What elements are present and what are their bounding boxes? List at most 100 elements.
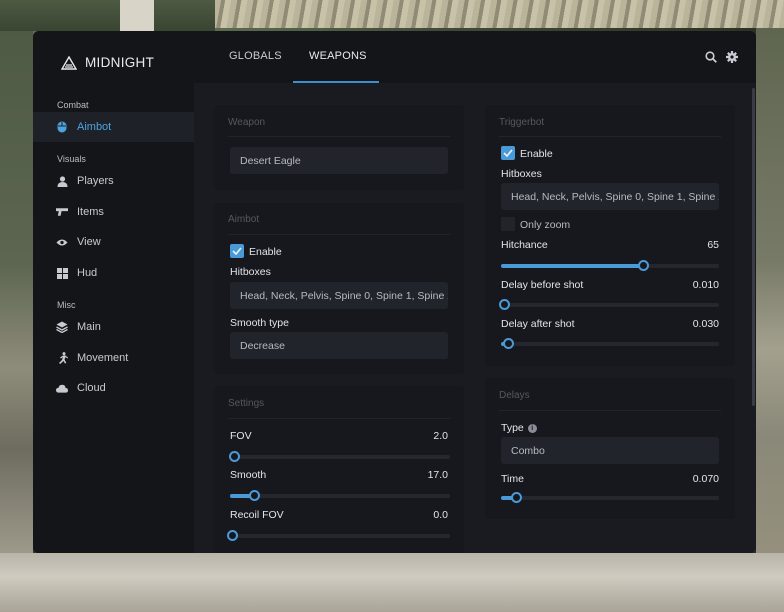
person-icon (56, 175, 68, 187)
background-ground (0, 553, 784, 612)
only-zoom-label: Only zoom (520, 219, 571, 231)
sidebar-item-main[interactable]: Main (33, 312, 194, 342)
hitchance-value: 65 (707, 239, 719, 251)
running-icon (56, 352, 68, 364)
info-icon[interactable]: i (527, 423, 537, 433)
panel-title: Triggerbot (499, 117, 545, 128)
delay-before-shot-value: 0.010 (692, 279, 719, 291)
grid-icon (56, 267, 68, 279)
mouse-icon (56, 121, 68, 133)
delay-type-label: Type i (501, 422, 537, 434)
checkmark-icon (232, 247, 242, 255)
logo: MIDNIGHT (61, 55, 154, 70)
panel-divider (499, 410, 721, 411)
smooth-slider[interactable] (230, 490, 450, 501)
sidebar-item-label: Items (77, 206, 104, 218)
triggerbot-enable-label: Enable (520, 148, 553, 160)
background-foliage (0, 0, 215, 31)
smooth-value: 17.0 (427, 469, 448, 481)
active-tab-indicator (293, 81, 379, 83)
sidebar-item-label: Hud (77, 267, 98, 279)
slider-knob[interactable] (227, 530, 238, 541)
background-pillar (120, 0, 154, 31)
recoil-fov-value: 0.0 (433, 509, 448, 521)
aimbot-hitboxes-select[interactable]: Head, Neck, Pelvis, Spine 0, Spine 1, Sp… (230, 282, 448, 309)
hitchance-label: Hitchance (501, 239, 548, 251)
sidebar-item-aimbot[interactable]: Aimbot (33, 112, 194, 142)
tab-weapons[interactable]: WEAPONS (309, 50, 367, 62)
panel-triggerbot: Triggerbot Enable Hitboxes Head, Neck, P… (485, 105, 735, 366)
triggerbot-hitboxes-select[interactable]: Head, Neck, Pelvis, Spine 0, Spine 1, Sp… (501, 183, 719, 210)
section-label-visuals: Visuals (57, 154, 86, 164)
hitchance-slider[interactable] (501, 260, 719, 271)
sidebar-item-view[interactable]: View (33, 227, 194, 257)
sidebar-item-players[interactable]: Players (33, 166, 194, 196)
sidebar: MIDNIGHT Combat Aimbot Visuals Players I… (33, 31, 194, 553)
panel-title: Settings (228, 398, 265, 409)
triggerbot-hitboxes-label: Hitboxes (501, 168, 542, 180)
delay-after-shot-slider[interactable] (501, 338, 719, 349)
top-bar: GLOBALS WEAPONS (194, 31, 756, 83)
aimbot-enable-checkbox[interactable] (230, 244, 244, 258)
main-content: GLOBALS WEAPONS Weapon Desert Eagle Aimb… (194, 31, 756, 553)
slider-knob[interactable] (229, 451, 240, 462)
aimbot-enable-label: Enable (249, 246, 282, 258)
background-left (0, 31, 33, 612)
panel-aimbot: Aimbot Enable Hitboxes Head, Neck, Pelvi… (214, 203, 464, 374)
smooth-label: Smooth (230, 469, 267, 481)
panel-delays: Delays Type i Combo Time 0.070 (485, 378, 735, 519)
time-slider[interactable] (501, 492, 719, 503)
slider-knob[interactable] (637, 260, 649, 271)
fov-value: 2.0 (433, 430, 448, 442)
checkmark-icon (503, 149, 513, 157)
time-label: Time (501, 473, 524, 485)
delay-before-shot-label: Delay before shot (501, 279, 584, 291)
eye-icon (56, 236, 68, 248)
delay-type-label-text: Type (501, 422, 524, 434)
tab-globals[interactable]: GLOBALS (229, 50, 282, 62)
aimbot-hitboxes-label: Hitboxes (230, 266, 271, 278)
sidebar-item-label: Aimbot (77, 121, 112, 133)
panel-settings: Settings FOV 2.0 Smooth 17.0 Recoil FOV … (214, 386, 464, 553)
search-icon[interactable] (705, 51, 717, 63)
panel-title: Weapon (228, 117, 266, 128)
panel-weapon: Weapon Desert Eagle (214, 105, 464, 190)
sidebar-item-items[interactable]: Items (33, 197, 194, 227)
gun-icon (56, 206, 68, 218)
sidebar-item-hud[interactable]: Hud (33, 258, 194, 288)
recoil-fov-slider[interactable] (227, 530, 450, 541)
sidebar-item-label: View (77, 236, 101, 248)
only-zoom-checkbox[interactable] (501, 217, 515, 231)
smooth-type-label: Smooth type (230, 317, 289, 329)
sidebar-item-movement[interactable]: Movement (33, 343, 194, 373)
panel-divider (228, 418, 450, 419)
delay-after-shot-label: Delay after shot (501, 318, 575, 330)
layers-icon (56, 321, 68, 333)
background-right (756, 28, 784, 612)
fov-slider[interactable] (229, 451, 450, 462)
panel-divider (228, 234, 450, 235)
cheat-menu-window: MIDNIGHT Combat Aimbot Visuals Players I… (33, 31, 756, 553)
app-name: MIDNIGHT (85, 55, 155, 70)
sidebar-item-label: Main (77, 321, 101, 333)
gear-icon[interactable] (726, 51, 738, 63)
delay-before-shot-slider[interactable] (499, 299, 719, 310)
slider-knob[interactable] (499, 299, 510, 310)
slider-knob[interactable] (249, 490, 261, 501)
sidebar-item-label: Cloud (77, 382, 106, 394)
slider-knob[interactable] (511, 492, 523, 503)
panel-divider (499, 136, 721, 137)
panel-title: Delays (499, 390, 530, 401)
scrollbar[interactable] (752, 88, 755, 406)
weapon-select[interactable]: Desert Eagle (230, 147, 448, 174)
triggerbot-enable-checkbox[interactable] (501, 146, 515, 160)
slider-knob[interactable] (502, 338, 514, 349)
sidebar-item-cloud[interactable]: Cloud (33, 373, 194, 403)
delay-after-shot-value: 0.030 (692, 318, 719, 330)
panel-divider (228, 136, 450, 137)
delay-type-select[interactable]: Combo (501, 437, 719, 464)
panel-title: Aimbot (228, 214, 260, 225)
time-value: 0.070 (692, 473, 719, 485)
smooth-type-select[interactable]: Decrease (230, 332, 448, 359)
sidebar-item-label: Movement (77, 352, 129, 364)
